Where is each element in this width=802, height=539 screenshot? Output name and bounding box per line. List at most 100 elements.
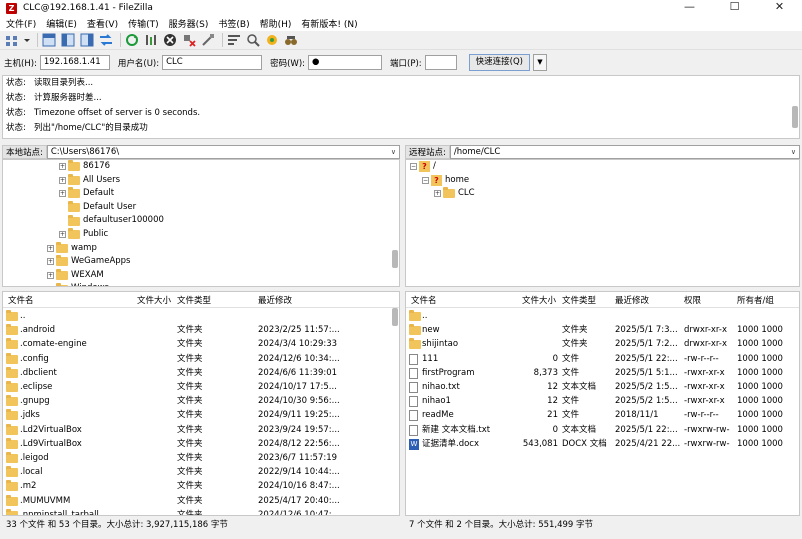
file-row[interactable]: .leigod 文件夹 2023/6/7 11:57:19 [3,451,399,465]
expand-toggle-icon[interactable]: + [59,190,66,198]
col-size-header[interactable]: 文件大小 [522,294,556,306]
chevron-down-icon[interactable]: ∨ [391,146,396,158]
password-input[interactable]: ● [308,55,383,70]
tree-item[interactable]: + Windows [47,282,109,286]
menu-help[interactable]: 帮助(H) [260,17,292,30]
tree-item[interactable]: +86176 [59,160,110,174]
remote-site-path-input[interactable]: /home/CLC ∨ [449,144,800,159]
chevron-down-icon[interactable]: ∨ [791,146,796,158]
tree-item[interactable]: + Public [59,228,108,242]
quickconnect-history-dropdown[interactable]: ▼ [532,54,547,71]
toggle-local-tree-icon[interactable] [60,32,76,48]
remote-list-header: 文件名 文件大小 文件类型 最近修改 权限 所有者/组 [406,292,799,308]
cell-perms: drwxr-xr-x [684,325,727,336]
expand-toggle-icon[interactable]: + [59,163,66,171]
expand-toggle-icon[interactable]: + [59,176,66,184]
file-row[interactable]: .android 文件夹 2023/2/25 11:57:... [3,323,399,337]
tree-item[interactable]: + wamp [47,241,97,256]
col-owner-header[interactable]: 所有者/组 [737,294,774,306]
col-name-header[interactable]: 文件名 [411,294,437,306]
file-row[interactable]: W 证据清单.docx 543,081 DOCX 文档 2025/4/21 22... -… [406,437,799,451]
tree-item[interactable]: + WeGameApps [47,255,130,269]
file-row[interactable]: readMe 21 文件 2018/11/1 -rw-r--r-- 1000 1000 [406,408,799,422]
tree-item[interactable]: + CLC [434,187,475,201]
file-row[interactable]: firstProgram 8,373 文件 2025/5/1 5:1... -rwxr-… [406,366,799,380]
file-row[interactable]: nihao.txt 12 文本文档 2025/5/2 1:5... -rwxr-xr-x… [406,380,799,394]
refresh-icon[interactable] [124,32,140,48]
file-row[interactable]: .Ld2VirtualBox 文件夹 2023/9/24 19:57:... [3,423,399,437]
tree-item[interactable]: −? / [410,160,436,174]
expand-toggle-icon[interactable]: + [47,285,54,286]
menu-file[interactable]: 文件(F) [6,17,36,30]
minimize-button[interactable]: — [667,0,712,16]
col-type-header[interactable]: 文件类型 [562,294,596,306]
file-row[interactable]: nihao1 12 文件 2025/5/2 1:5... -rwxr-xr-x 1000 … [406,394,799,408]
menu-bookmarks[interactable]: 书签(B) [218,17,249,30]
expand-toggle-icon[interactable]: + [59,231,66,239]
local-site-path-input[interactable]: C:\Users\86176\ ∨ [46,144,400,159]
expand-toggle-icon[interactable]: − [422,176,429,184]
expand-toggle-icon[interactable]: + [47,258,54,266]
file-row[interactable]: .eclipse 文件夹 2024/10/17 17:5... [3,380,399,394]
tree-item[interactable]: + All Users [59,173,120,188]
maximize-button[interactable]: ☐ [712,0,757,16]
log-scrollbar[interactable] [792,106,798,128]
file-row[interactable]: .config 文件夹 2024/12/6 10:34:... [3,352,399,366]
quickconnect-button[interactable]: 快速连接(Q) [468,54,530,71]
file-row[interactable]: .Ld9VirtualBox 文件夹 2024/8/12 22:56:... [3,437,399,451]
menu-transfer[interactable]: 传输(T) [128,17,159,30]
file-row[interactable]: .m2 文件夹 2024/10/16 8:47:... [3,479,399,493]
search-remote-icon[interactable] [283,32,299,48]
col-modified-header[interactable]: 最近修改 [615,294,649,306]
site-manager-icon[interactable] [4,32,20,48]
menu-new-version[interactable]: 有新版本! (N) [301,17,357,30]
file-row[interactable]: new 文件夹 2025/5/1 7:3... drwxr-xr-x 1000 1000 [406,323,799,337]
expand-toggle-icon[interactable]: + [47,244,54,252]
file-row[interactable]: .gnupg 文件夹 2024/10/30 9:56:... [3,394,399,408]
directory-listing-filter-icon[interactable] [226,32,242,48]
menu-edit[interactable]: 编辑(E) [46,17,77,30]
tree-item[interactable]: defaultuser100000 [59,214,164,228]
menu-server[interactable]: 服务器(S) [169,17,209,30]
col-size-header[interactable]: 文件大小 [137,294,171,306]
col-modified-header[interactable]: 最近修改 [258,294,292,306]
toggle-remote-tree-icon[interactable] [79,32,95,48]
close-button[interactable]: ✕ [757,0,802,16]
toggle-queue-icon[interactable] [98,32,114,48]
port-input[interactable] [424,55,457,70]
menu-view[interactable]: 查看(V) [87,17,118,30]
process-queue-icon[interactable] [143,32,159,48]
disconnect-icon[interactable] [181,32,197,48]
tree-item[interactable]: + WEXAM [47,269,104,283]
file-row[interactable]: .. [3,309,399,323]
file-row[interactable]: .nnminstall_tarball 文件夹 2024/12/6 10:47:..… [3,508,399,515]
file-row[interactable]: .MUMUVMM 文件夹 2025/4/17 20:40:... [3,494,399,508]
compare-directories-icon[interactable] [245,32,261,48]
cancel-icon[interactable] [162,32,178,48]
file-row[interactable]: 111 0 文件 2025/5/1 22:... -rw-r--r-- 1000 1000 [406,352,799,366]
tree-item-label: CLC [458,188,475,199]
username-input[interactable]: CLC [162,55,263,70]
expand-toggle-icon[interactable]: + [434,190,441,198]
tree-item[interactable]: −? home [422,174,469,188]
synchronized-browsing-icon[interactable] [264,32,280,48]
toggle-log-icon[interactable] [41,32,57,48]
tree-item[interactable]: + Default [59,187,114,201]
file-row[interactable]: .comate-engine 文件夹 2024/3/4 10:29:33 [3,337,399,351]
reconnect-icon[interactable] [200,32,216,48]
file-row[interactable]: shijintao 文件夹 2025/5/1 7:2... drwxr-xr-x 100… [406,337,799,351]
col-name-header[interactable]: 文件名 [8,294,34,306]
site-manager-dropdown-icon[interactable] [23,32,31,48]
host-input[interactable]: 192.168.1.41 [39,55,110,70]
file-row[interactable]: .dbclient 文件夹 2024/6/6 11:39:01 [3,366,399,380]
file-row[interactable]: .. [406,309,799,323]
local-tree-scrollbar[interactable] [392,250,398,268]
file-row[interactable]: 新建 文本文档.txt 0 文本文档 2025/5/1 22:... -rwxrw-rw… [406,423,799,437]
col-type-header[interactable]: 文件类型 [177,294,211,306]
file-row[interactable]: .jdks 文件夹 2024/9/11 19:25:... [3,408,399,422]
expand-toggle-icon[interactable]: − [410,163,417,171]
expand-toggle-icon[interactable]: + [47,272,54,280]
col-permissions-header[interactable]: 权限 [684,294,701,306]
file-row[interactable]: .local 文件夹 2022/9/14 10:44:... [3,465,399,479]
tree-item[interactable]: Default User [59,201,136,215]
